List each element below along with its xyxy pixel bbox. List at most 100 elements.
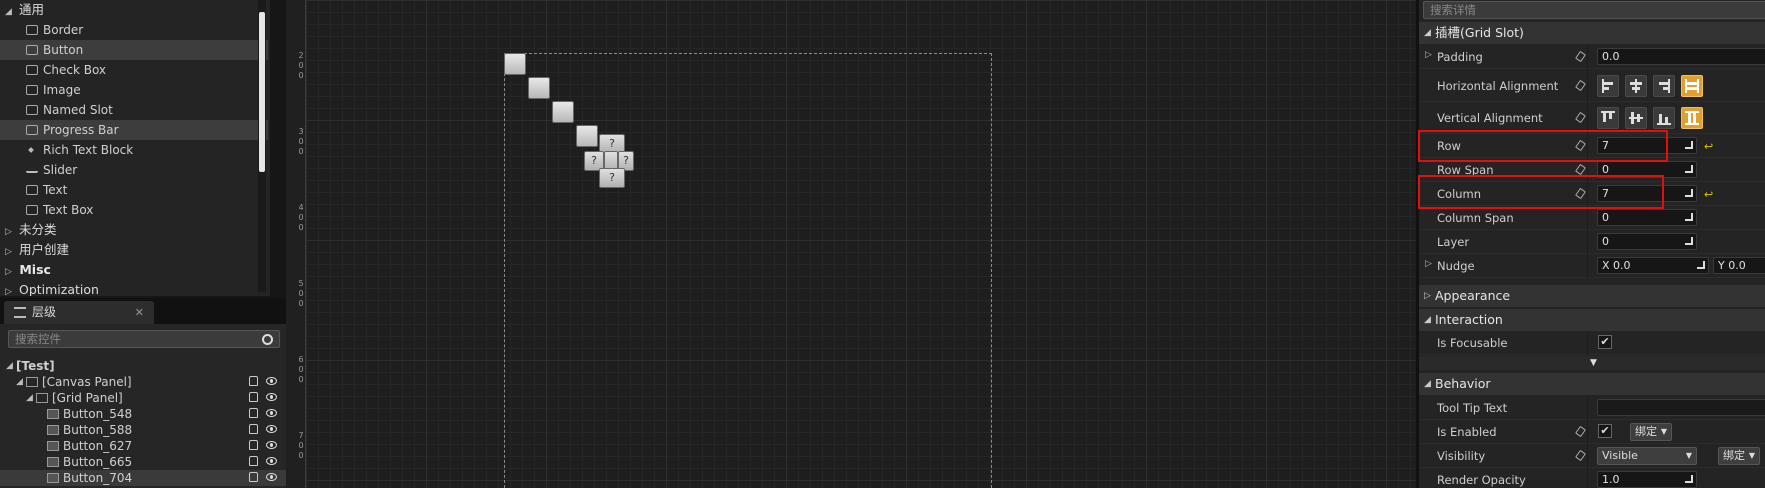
eye-icon[interactable] — [266, 473, 277, 481]
row-field[interactable]: 7 — [1597, 137, 1697, 154]
tree-row-button-665[interactable]: Button_665 — [0, 454, 286, 470]
bind-dropdown[interactable]: 绑定 — [1718, 447, 1760, 465]
palette-item-progress-bar[interactable]: Progress Bar — [0, 120, 268, 140]
tool-tip-text-field[interactable] — [1597, 399, 1765, 416]
palette-item-image[interactable]: Image — [0, 80, 268, 100]
eye-icon[interactable] — [266, 425, 277, 433]
palette-item-slider[interactable]: Slider — [0, 160, 268, 180]
align-center-button[interactable] — [1625, 75, 1647, 97]
align-fill-button[interactable] — [1681, 75, 1703, 97]
palette-item-named-slot[interactable]: Named Slot — [0, 100, 268, 120]
lock-icon[interactable] — [249, 408, 258, 418]
palette-item-text[interactable]: Text — [0, 180, 268, 200]
section-appearance[interactable]: ▷ Appearance — [1419, 285, 1765, 307]
tree-row-canvas-panel[interactable]: ◢ [Canvas Panel] — [0, 374, 286, 390]
lock-icon[interactable] — [249, 392, 258, 402]
eye-icon[interactable] — [266, 441, 277, 449]
grid-button-widget[interactable] — [552, 101, 574, 123]
spin-icon[interactable] — [1685, 189, 1693, 197]
padding-field[interactable]: 0.0 — [1597, 48, 1765, 65]
ruler-label: 3 — [298, 127, 304, 136]
reset-to-default-icon[interactable]: ↩ — [1704, 140, 1713, 153]
column-field[interactable]: 7 — [1597, 185, 1697, 202]
column-divider — [1587, 444, 1588, 468]
grid-button-widget[interactable] — [528, 77, 550, 99]
palette-item-rich-text-block[interactable]: Rich Text Block — [0, 140, 268, 160]
spin-icon[interactable] — [1685, 213, 1693, 221]
expanded-triangle-icon: ◢ — [1424, 315, 1431, 325]
layer-field[interactable]: 0 — [1597, 233, 1697, 250]
grid-button-widget[interactable] — [504, 53, 526, 75]
tab-hierarchy[interactable]: 层级 ✕ — [4, 301, 154, 324]
pin-icon[interactable] — [1575, 163, 1586, 176]
spin-icon[interactable] — [1697, 261, 1705, 269]
category-optimization[interactable]: ▷ Optimization — [0, 280, 268, 296]
placeholder-button-widget[interactable]: ? — [599, 168, 625, 188]
is-enabled-checkbox[interactable]: ✔ — [1598, 424, 1612, 438]
tree-row-test[interactable]: ◢ [Test] — [0, 358, 286, 374]
category-uncategorized[interactable]: ▷ 未分类 — [0, 220, 268, 240]
pin-icon[interactable] — [1575, 139, 1586, 152]
designer-canvas[interactable]: 2 0 0 3 0 0 4 0 0 5 0 0 6 0 0 7 0 0 ? ? … — [286, 0, 1416, 488]
category-user-created[interactable]: ▷ 用户创建 — [0, 240, 268, 260]
section-title: Appearance — [1435, 288, 1511, 303]
pin-icon[interactable] — [1575, 425, 1586, 438]
align-right-button[interactable] — [1653, 75, 1675, 97]
spin-icon[interactable] — [1685, 475, 1693, 483]
scrollbar-thumb[interactable] — [259, 12, 265, 172]
valign-bottom-button[interactable] — [1653, 107, 1675, 129]
palette-item-check-box[interactable]: Check Box — [0, 60, 268, 80]
advanced-expand-arrow[interactable]: ▼ — [1419, 356, 1765, 370]
palette-item-text-box[interactable]: Text Box — [0, 200, 268, 220]
palette-scrollbar[interactable] — [258, 0, 266, 292]
section-grid-slot[interactable]: ◢ 插槽(Grid Slot) — [1419, 22, 1765, 44]
visibility-dropdown[interactable]: Visible — [1597, 447, 1697, 465]
lock-icon[interactable] — [249, 472, 258, 482]
column-divider — [1587, 254, 1588, 278]
tree-row-button-548[interactable]: Button_548 — [0, 406, 286, 422]
palette-item-button[interactable]: Button — [0, 40, 268, 60]
eye-icon[interactable] — [266, 377, 277, 385]
align-left-button[interactable] — [1597, 75, 1619, 97]
spin-icon[interactable] — [1685, 237, 1693, 245]
widget-search-input[interactable]: 搜索控件 — [8, 330, 280, 348]
nudge-y-field[interactable]: Y 0.0 — [1713, 257, 1765, 274]
category-common[interactable]: ◢ 通用 — [0, 0, 268, 20]
spin-icon[interactable] — [1685, 141, 1693, 149]
reset-to-default-icon[interactable]: ↩ — [1704, 188, 1713, 201]
bind-dropdown[interactable]: 绑定 — [1630, 423, 1672, 441]
is-focusable-checkbox[interactable]: ✔ — [1598, 335, 1612, 349]
eye-icon[interactable] — [266, 393, 277, 401]
close-icon[interactable]: ✕ — [135, 301, 144, 324]
valign-center-button[interactable] — [1625, 107, 1647, 129]
pin-icon[interactable] — [1575, 449, 1586, 462]
nudge-x-field[interactable]: X 0.0 — [1597, 257, 1709, 274]
pin-icon[interactable] — [1575, 187, 1586, 200]
spin-icon[interactable] — [1685, 165, 1693, 173]
lock-icon[interactable] — [249, 440, 258, 450]
lock-icon[interactable] — [249, 424, 258, 434]
tree-row-grid-panel[interactable]: ◢ [Grid Panel] — [0, 390, 286, 406]
tree-row-button-588[interactable]: Button_588 — [0, 422, 286, 438]
lock-icon[interactable] — [249, 456, 258, 466]
eye-icon[interactable] — [266, 409, 277, 417]
pin-icon[interactable] — [1575, 79, 1586, 92]
pin-icon[interactable] — [1575, 111, 1586, 124]
widget-bounds[interactable] — [504, 53, 992, 488]
grid-button-widget[interactable] — [576, 125, 598, 147]
pin-icon[interactable] — [1575, 50, 1586, 63]
category-misc[interactable]: ▷ Misc — [0, 260, 268, 280]
valign-fill-button[interactable] — [1681, 107, 1703, 129]
render-opacity-field[interactable]: 1.0 — [1597, 471, 1697, 488]
row-span-field[interactable]: 0 — [1597, 161, 1697, 178]
eye-icon[interactable] — [266, 457, 277, 465]
section-interaction[interactable]: ◢ Interaction — [1419, 309, 1765, 331]
tree-row-button-704[interactable]: Button_704 — [0, 470, 286, 486]
column-span-field[interactable]: 0 — [1597, 209, 1697, 226]
tree-row-button-627[interactable]: Button_627 — [0, 438, 286, 454]
palette-item-border[interactable]: Border — [0, 20, 268, 40]
lock-icon[interactable] — [249, 376, 258, 386]
valign-top-button[interactable] — [1597, 107, 1619, 129]
section-behavior[interactable]: ◢ Behavior — [1419, 373, 1765, 395]
details-search-input[interactable]: 搜索详情 — [1423, 1, 1765, 19]
